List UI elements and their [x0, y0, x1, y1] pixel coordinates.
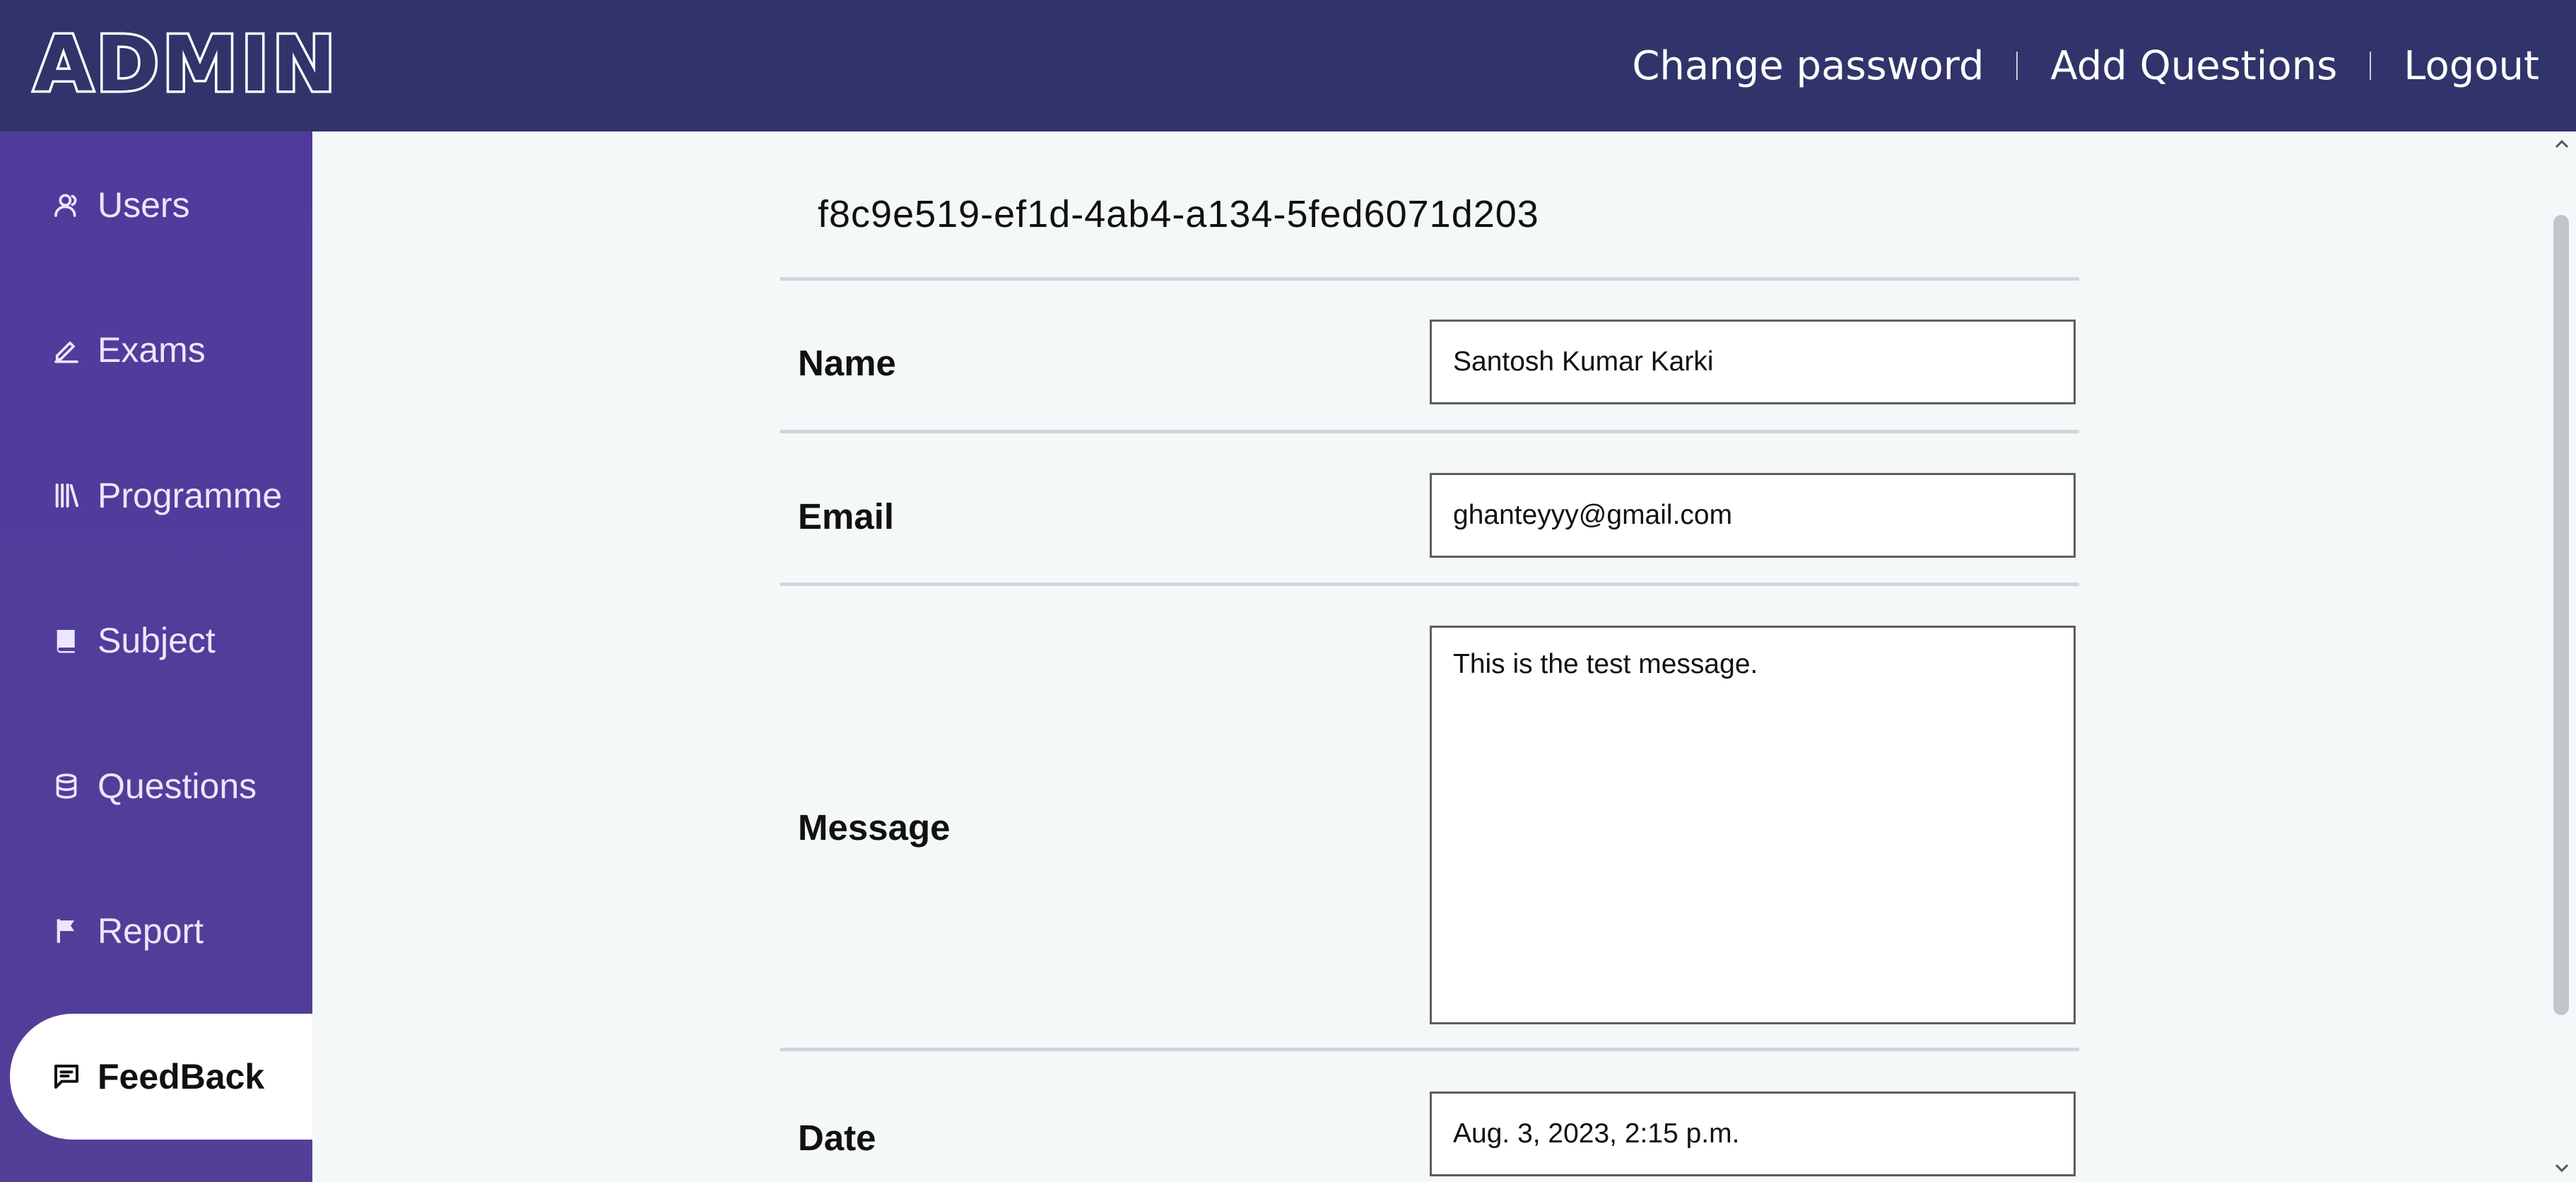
sidebar-item-label: FeedBack	[98, 1057, 265, 1096]
feedback-detail: f8c9e519-ef1d-4ab4-a134-5fed6071d203 Nam…	[312, 131, 2549, 1182]
sidebar-item-questions[interactable]: Questions	[0, 747, 312, 825]
scroll-down-icon[interactable]	[2552, 1158, 2572, 1178]
date-label: Date	[798, 1118, 876, 1158]
sidebar-item-label: Programme	[98, 476, 283, 515]
header-nav: Change password Add Questions Logout	[1632, 0, 2539, 131]
library-icon	[51, 480, 82, 511]
sidebar-item-report[interactable]: Report	[0, 892, 312, 970]
scroll-up-icon[interactable]	[2552, 134, 2572, 154]
message-field[interactable]: This is the test message.	[1430, 626, 2076, 1024]
sidebar-item-label: Subject	[98, 621, 216, 660]
message-label: Message	[798, 807, 951, 848]
sidebar-item-label: Report	[98, 911, 204, 951]
sidebar-item-users[interactable]: Users	[0, 166, 312, 244]
nav-divider	[2016, 52, 2018, 80]
divider	[780, 430, 2079, 433]
divider	[780, 277, 2079, 281]
database-icon	[51, 771, 82, 802]
sidebar-item-label: Users	[98, 185, 190, 225]
message-icon	[51, 1061, 82, 1092]
divider	[780, 583, 2079, 586]
date-field[interactable]	[1430, 1092, 2076, 1176]
flag-icon	[51, 915, 82, 947]
admin-logo[interactable]: ADMIN	[31, 24, 339, 105]
sidebar-item-label: Questions	[98, 766, 257, 806]
change-password-link[interactable]: Change password	[1632, 43, 1984, 89]
vertical-scrollbar[interactable]	[2549, 131, 2576, 1182]
email-label: Email	[798, 496, 895, 537]
add-questions-link[interactable]: Add Questions	[2050, 43, 2337, 89]
sidebar-item-label: Exams	[98, 330, 206, 370]
sidebar-item-exams[interactable]: Exams	[0, 311, 312, 389]
feedback-id: f8c9e519-ef1d-4ab4-a134-5fed6071d203	[818, 193, 1539, 235]
divider	[780, 1048, 2079, 1051]
top-header: ADMIN Change password Add Questions Logo…	[0, 0, 2576, 131]
sidebar-item-feedback[interactable]: FeedBack	[10, 1014, 312, 1140]
user-icon	[51, 189, 82, 221]
scroll-thumb[interactable]	[2553, 215, 2569, 1015]
name-field[interactable]	[1430, 320, 2076, 404]
logout-link[interactable]: Logout	[2404, 43, 2539, 89]
nav-divider	[2370, 52, 2372, 80]
name-label: Name	[798, 343, 896, 383]
email-field[interactable]	[1430, 473, 2076, 558]
sidebar: Users Exams Programme Subject Questions …	[0, 131, 312, 1182]
sidebar-item-subject[interactable]: Subject	[0, 602, 312, 679]
book-icon	[51, 625, 82, 656]
sidebar-item-programme[interactable]: Programme	[0, 457, 312, 534]
pencil-icon	[51, 334, 82, 365]
